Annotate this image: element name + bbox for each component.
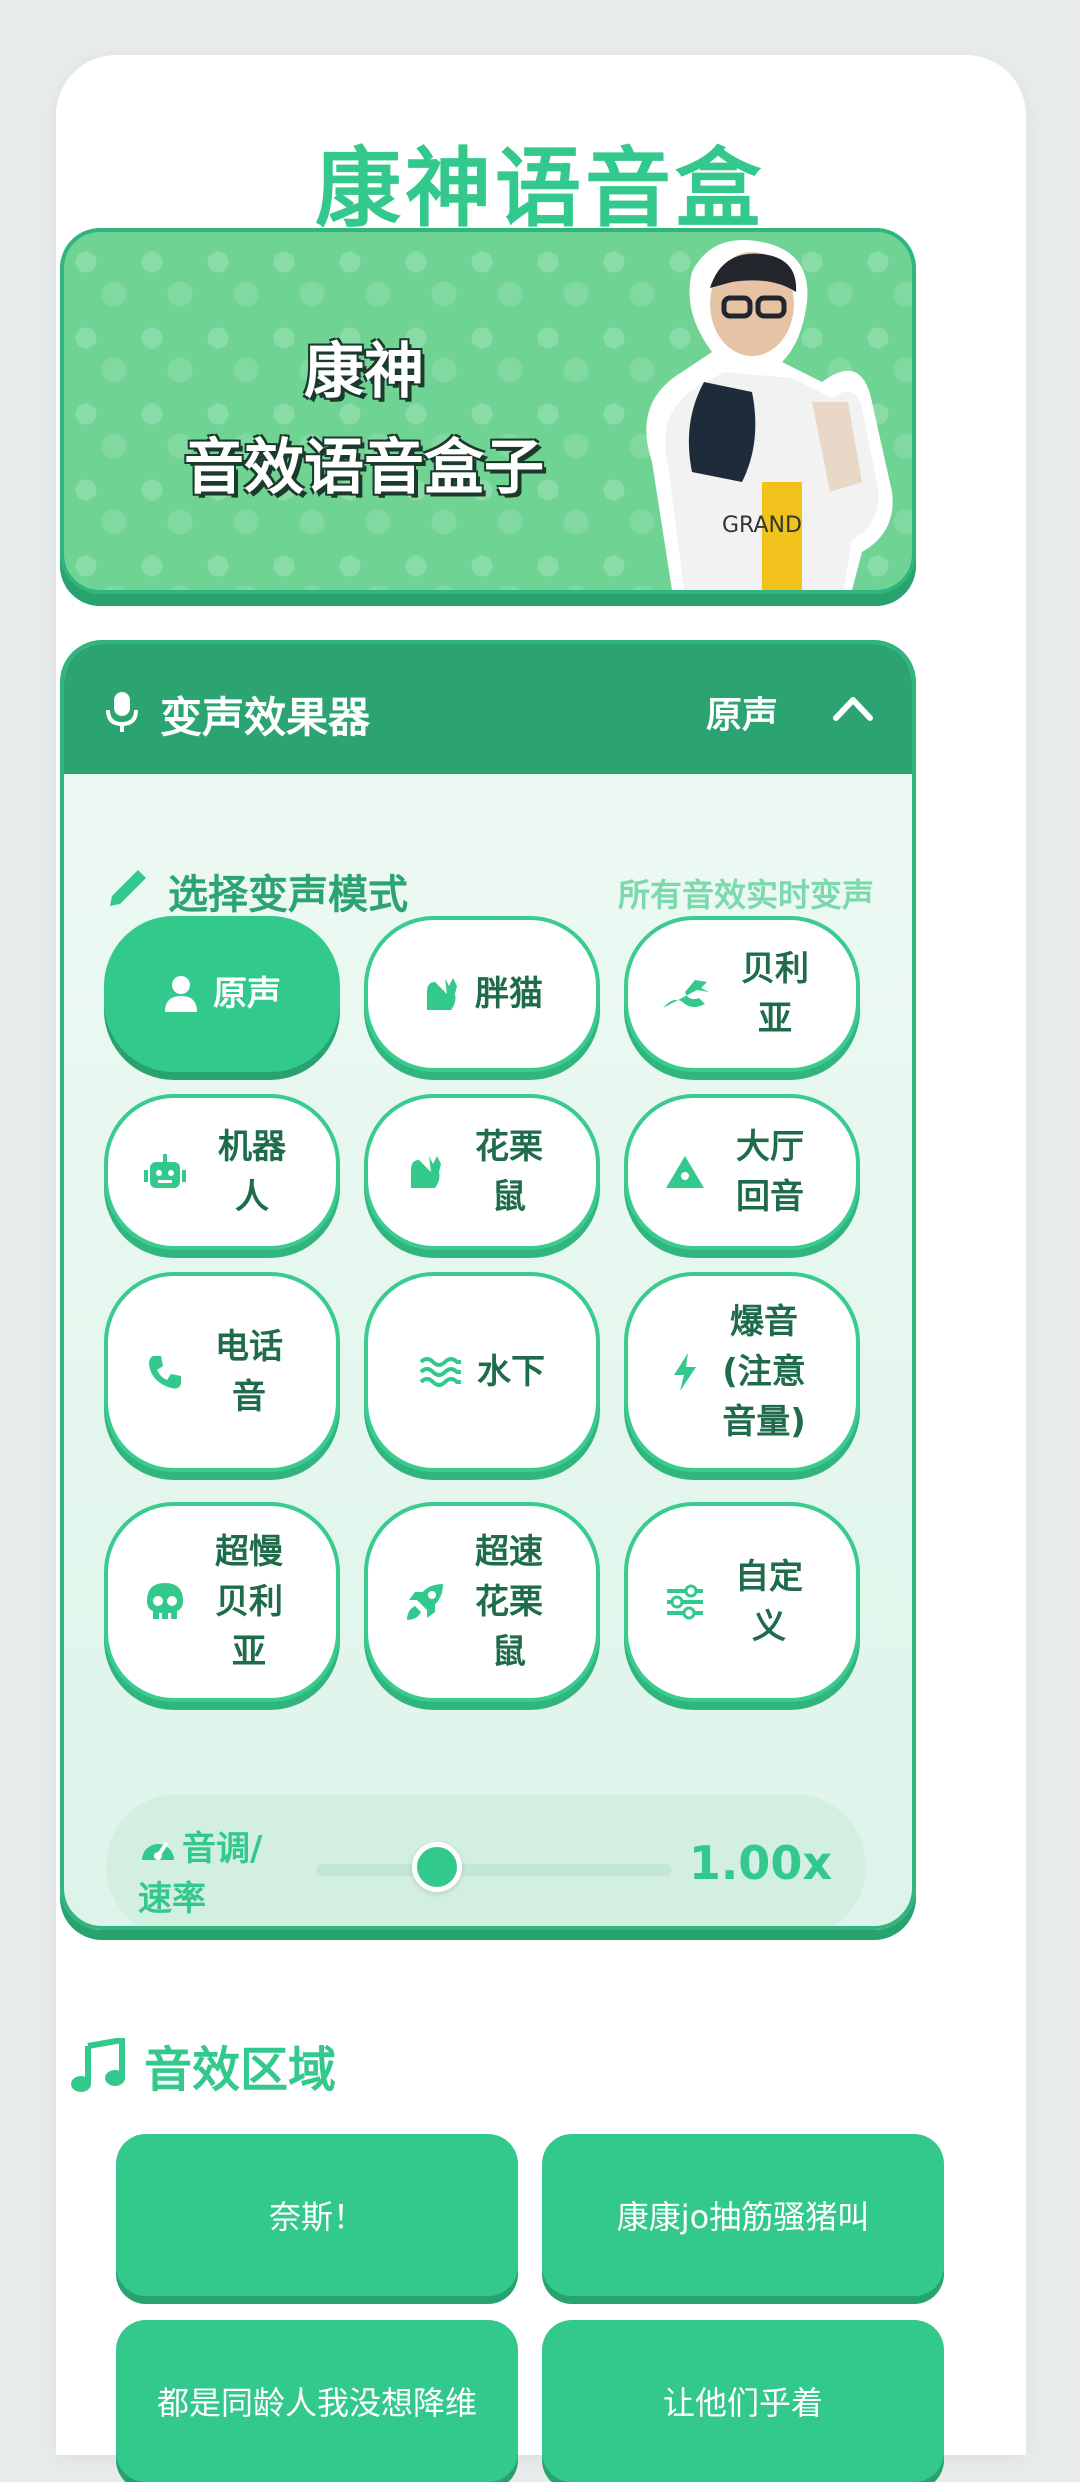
phone-icon <box>145 1352 185 1392</box>
mode-label: 电话音 <box>215 1327 283 1417</box>
sfx-title-label: 音效区域 <box>144 2042 337 2098</box>
svg-text:GRAND: GRAND <box>722 513 802 538</box>
mode-label: 机器人 <box>218 1127 286 1217</box>
mode-label: 自定义 <box>735 1557 803 1647</box>
mode-button[interactable]: 爆音(注意音量) <box>624 1272 860 1472</box>
robot-icon <box>142 1152 188 1192</box>
select-mode-row: 选择变声模式 所有音效实时变声 <box>104 862 874 922</box>
mode-button[interactable]: 胖猫 <box>364 916 600 1072</box>
mode-button[interactable]: 原声 <box>104 916 340 1072</box>
mode-label: 原声 <box>213 974 281 1014</box>
music-note-icon <box>71 2036 125 2092</box>
mode-label: 超慢贝利亚 <box>215 1532 283 1672</box>
select-mode-label: 选择变声模式 <box>168 872 408 918</box>
pitch-label: 音调/速率 <box>138 1824 288 1924</box>
pen-icon <box>110 870 146 906</box>
rocket-icon <box>405 1582 445 1622</box>
mode-label: 花栗鼠 <box>475 1127 543 1217</box>
mode-label: 贝利亚 <box>741 949 809 1039</box>
voice-changer-title: 变声效果器 <box>160 693 371 742</box>
hero-banner: 康神 音效语音盒子 GRAND <box>60 228 916 594</box>
banner-line-1: 康神 <box>304 337 424 407</box>
voice-changer-header[interactable]: 变声效果器 原声 <box>64 644 912 774</box>
pitch-slider[interactable] <box>316 1842 672 1892</box>
mode-button[interactable]: 水下 <box>364 1272 600 1472</box>
realtime-hint: 所有音效实时变声 <box>617 876 874 914</box>
mode-label: 爆音(注意音量) <box>722 1302 806 1442</box>
bolt-icon <box>670 1351 700 1393</box>
mode-label: 水下 <box>477 1352 545 1392</box>
mountain-icon <box>664 1154 706 1190</box>
mode-button[interactable]: 超速花栗鼠 <box>364 1502 600 1702</box>
app-title: 康神语音盒 <box>315 139 765 239</box>
mode-label: 胖猫 <box>475 974 543 1014</box>
sound-effect-button[interactable]: 奈斯！ <box>116 2134 518 2296</box>
sound-effect-button[interactable]: 让他们乎着 <box>542 2320 944 2482</box>
water-icon <box>419 1356 463 1388</box>
pitch-value: 1.00x <box>688 1836 832 1890</box>
mode-button[interactable]: 花栗鼠 <box>364 1094 600 1250</box>
mode-button[interactable]: 自定义 <box>624 1502 860 1702</box>
voice-changer-panel: 变声效果器 原声 选择变声模式 所有音效实时变声 原声 胖猫 贝利亚 机器人 花栗鼠 大厅… <box>60 640 916 1930</box>
mode-label: 超速花栗鼠 <box>475 1532 543 1672</box>
pitch-control: 音调/速率 1.00x <box>106 1794 866 1926</box>
sound-effect-button[interactable]: 康康jo抽筋骚猪叫 <box>542 2134 944 2296</box>
microphone-icon <box>106 692 138 732</box>
cat-icon <box>405 1152 445 1192</box>
chevron-up-icon[interactable] <box>832 694 874 722</box>
mode-button[interactable]: 电话音 <box>104 1272 340 1472</box>
dragon-icon <box>659 974 711 1014</box>
mode-label: 大厅回音 <box>736 1127 804 1217</box>
mode-button[interactable]: 贝利亚 <box>624 916 860 1072</box>
sliders-icon <box>665 1584 705 1620</box>
current-mode-label: 原声 <box>705 695 778 736</box>
mode-button[interactable]: 大厅回音 <box>624 1094 860 1250</box>
gauge-icon <box>142 1842 174 1860</box>
pitch-slider-thumb[interactable] <box>412 1842 463 1892</box>
user-icon <box>163 974 199 1014</box>
banner-line-2: 音效语音盒子 <box>184 433 544 503</box>
person-illustration: GRAND <box>646 240 893 590</box>
banner-text: 康神 音效语音盒子 <box>104 324 624 516</box>
skull-icon <box>145 1581 185 1623</box>
mode-button[interactable]: 超慢贝利亚 <box>104 1502 340 1702</box>
sound-effect-button[interactable]: 都是同龄人我没想降维 <box>116 2320 518 2482</box>
cat-icon <box>421 974 461 1014</box>
mode-button[interactable]: 机器人 <box>104 1094 340 1250</box>
sfx-section-title: 音效区域 <box>70 2036 336 2098</box>
